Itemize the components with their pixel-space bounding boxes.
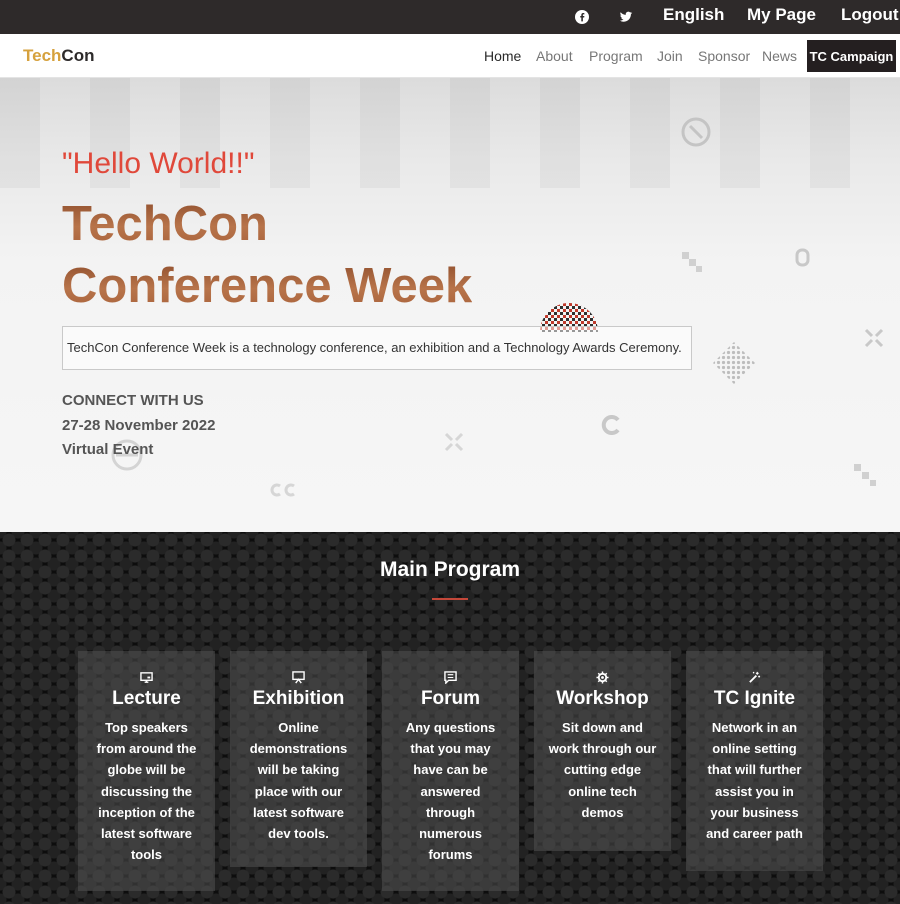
logout-link[interactable]: Logout [841, 5, 899, 25]
decor-cc-icon [270, 483, 295, 497]
decor-diamond-dots [713, 342, 755, 384]
program-card-exhibition[interactable]: Exhibition Online demonstrations will be… [230, 651, 367, 867]
nav-home[interactable]: Home [484, 48, 521, 64]
my-page-link[interactable]: My Page [747, 5, 816, 25]
hero-section: "Hello World!!" TechCon Conference Week … [0, 78, 900, 532]
decor-arrows-icon-2 [444, 432, 464, 452]
program-title: Main Program [379, 558, 521, 581]
nav-join[interactable]: Join [657, 48, 683, 64]
brand-part-1: Tech [23, 46, 62, 65]
hero-title-line-2: Conference Week [62, 259, 473, 313]
program-card-forum[interactable]: Forum Any questions that you may have ca… [382, 651, 519, 891]
decor-zero-icon [795, 248, 810, 267]
hero-greeting: "Hello World!!" [62, 147, 255, 180]
card-text: Top speakers from around the globe will … [96, 720, 197, 863]
card-title: Workshop [556, 688, 649, 709]
tc-campaign-button[interactable]: TC Campaign [807, 40, 896, 72]
program-title-underline [432, 598, 468, 600]
card-text: Any questions that you may have can be a… [405, 720, 496, 863]
nav-news[interactable]: News [762, 48, 797, 64]
twitter-icon[interactable] [617, 8, 634, 25]
top-bar: English My Page Logout [0, 0, 900, 34]
hero-description: TechCon Conference Week is a technology … [67, 340, 682, 355]
brand-logo[interactable]: TechCon [23, 46, 94, 66]
facebook-icon[interactable] [573, 8, 590, 25]
gear-icon [534, 671, 671, 684]
decor-squares-icon [682, 252, 702, 272]
card-text: Online demonstrations will be taking pla… [249, 720, 348, 842]
card-title: Lecture [112, 688, 181, 709]
decor-squares-icon-2 [854, 464, 876, 486]
card-text: Sit down and work through our cutting ed… [548, 720, 657, 820]
brand-part-2: Con [61, 46, 95, 65]
program-card-lecture[interactable]: Lecture Top speakers from around the glo… [78, 651, 215, 891]
program-card-tc-ignite[interactable]: TC Ignite Network in an online setting t… [686, 651, 823, 871]
connect-heading: CONNECT WITH US [62, 392, 204, 409]
decor-arrows-icon [864, 328, 884, 348]
decor-dollar-icon [681, 117, 711, 147]
card-text: Network in an online setting that will f… [706, 720, 803, 842]
nav-program[interactable]: Program [589, 48, 643, 64]
card-title: Forum [420, 688, 481, 709]
program-card-workshop[interactable]: Workshop Sit down and work through our c… [534, 651, 671, 851]
decor-c-icon [601, 415, 620, 435]
language-link[interactable]: English [663, 5, 724, 25]
card-title: Exhibition [252, 688, 345, 709]
magic-wand-icon [686, 671, 823, 684]
nav-about[interactable]: About [536, 48, 573, 64]
card-title: TC Ignite [713, 688, 796, 709]
event-format: Virtual Event [62, 441, 154, 458]
hero-description-box: TechCon Conference Week is a technology … [62, 326, 692, 370]
nav-sponsor[interactable]: Sponsor [698, 48, 750, 64]
event-dates: 27-28 November 2022 [62, 417, 216, 434]
hero-title-line-1: TechCon [62, 197, 268, 251]
presentation-icon [230, 671, 367, 684]
main-navbar: TechCon Home About Program Join Sponsor … [0, 34, 900, 78]
main-program-section: Main Program Lecture Top speakers from a… [0, 532, 900, 904]
screen-icon [78, 671, 215, 684]
chat-icon [382, 671, 519, 684]
